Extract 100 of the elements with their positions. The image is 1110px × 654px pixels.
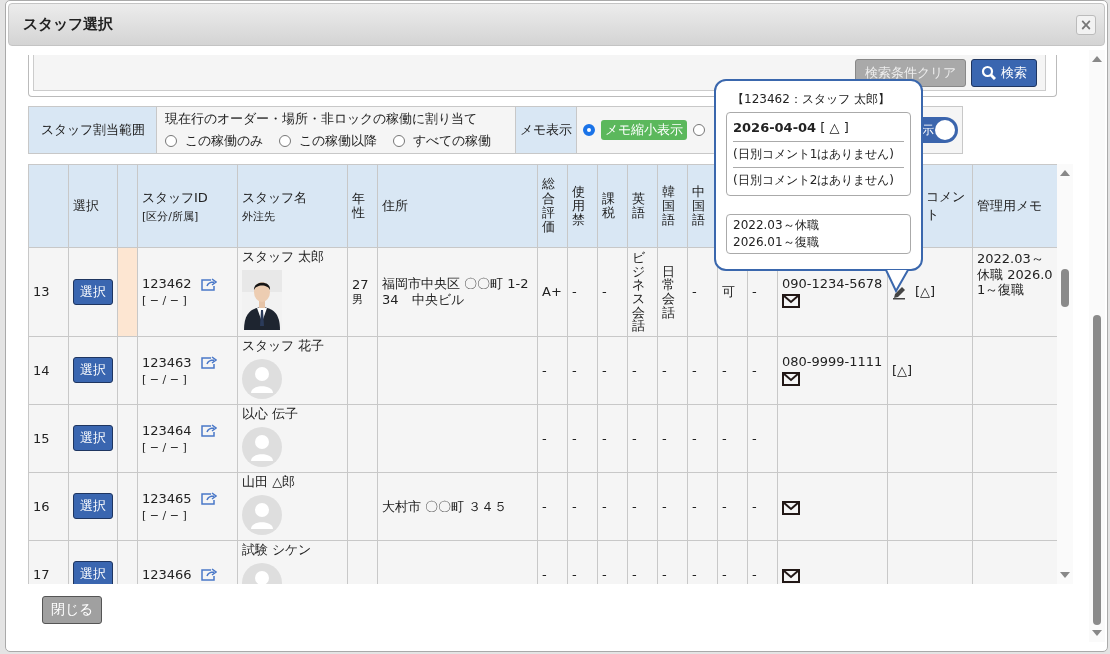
mail-icon[interactable] xyxy=(782,293,800,308)
setting-label: スタッフ割当範囲 xyxy=(29,107,157,153)
popup-title: 【123462：スタッフ 太郎】 xyxy=(732,91,891,108)
staff-name: 山田 △郎 xyxy=(242,473,297,491)
table-cell: - xyxy=(597,336,628,405)
staff-name: 試験 シケン xyxy=(242,541,313,559)
table-cell: - xyxy=(747,404,778,473)
table-cell: 2022.03～休職 2026.01～復職 xyxy=(972,247,1057,337)
daily-comment: (日別コメント2はありません) xyxy=(733,167,904,193)
column-header[interactable]: スタッフID xyxy=(142,189,208,205)
table-cell: 大村市 〇〇町 ３４５ xyxy=(377,472,538,541)
staff-id: 123463 xyxy=(142,354,192,370)
column-header[interactable]: 年性 xyxy=(347,164,378,248)
staff-age: 27 xyxy=(352,276,370,292)
external-link-icon[interactable] xyxy=(199,355,217,370)
table-cell: - xyxy=(717,404,748,473)
table-cell: - xyxy=(657,472,688,541)
setting-label: メモ表示 xyxy=(516,107,577,153)
staff-name: スタッフ 太郎 xyxy=(242,248,326,266)
column-header[interactable]: 韓国語 xyxy=(657,164,688,248)
select-button[interactable]: 選択 xyxy=(73,493,113,520)
scrollbar-thumb[interactable] xyxy=(1061,269,1069,307)
comment-text: [△] xyxy=(915,284,936,300)
scrollbar[interactable] xyxy=(1089,50,1105,642)
table-cell: 15 xyxy=(28,404,69,473)
staff-sex: 男 xyxy=(352,291,364,307)
external-link-icon[interactable] xyxy=(199,491,217,506)
mail-icon[interactable] xyxy=(782,568,800,583)
column-header[interactable]: 管理用メモ xyxy=(972,164,1057,248)
column-header[interactable]: 使用禁 xyxy=(567,164,598,248)
phone-number: 080-9999-1111 xyxy=(782,354,883,370)
mail-icon[interactable] xyxy=(782,500,800,515)
select-button[interactable]: 選択 xyxy=(73,425,113,452)
table-cell: - xyxy=(627,472,658,541)
table-cell: - xyxy=(657,336,688,405)
table-cell: 日常会話 xyxy=(657,247,688,337)
memo-line: 2022.03～休職 xyxy=(733,217,820,234)
table-cell: - xyxy=(747,336,778,405)
scroll-up-icon[interactable] xyxy=(1059,168,1071,177)
staff-name: 以心 伝子 xyxy=(242,405,300,423)
column-subheader: 外注先 xyxy=(242,208,276,224)
table-cell: 福岡市中央区 〇〇町 1-234 中央ビル xyxy=(377,247,538,337)
staff-group: [ − / − ] xyxy=(142,508,233,522)
column-header[interactable]: 英語 xyxy=(627,164,658,248)
external-link-icon[interactable] xyxy=(199,276,217,291)
table-cell: - xyxy=(597,472,628,541)
column-header[interactable]: 総合評価 xyxy=(537,164,568,248)
radio-button[interactable] xyxy=(165,135,177,147)
scrollbar[interactable] xyxy=(1057,164,1073,584)
radio-button[interactable] xyxy=(279,135,291,147)
radio-button[interactable] xyxy=(693,124,705,136)
staff-name: スタッフ 花子 xyxy=(242,337,326,355)
table-cell: - xyxy=(537,336,568,405)
external-link-icon[interactable] xyxy=(199,567,217,582)
radio-label[interactable]: この稼働のみ xyxy=(185,132,263,150)
scroll-down-icon[interactable] xyxy=(1091,629,1103,638)
mail-icon[interactable] xyxy=(782,372,800,387)
daily-comment: (日別コメント1はありません) xyxy=(733,146,895,163)
scrollbar-thumb[interactable] xyxy=(1093,315,1101,625)
select-button[interactable]: 選択 xyxy=(73,357,113,384)
radio-button[interactable] xyxy=(583,124,595,136)
table-cell: - xyxy=(717,472,748,541)
staff-group: [ − / − ] xyxy=(142,294,233,308)
comment-mark: [ △ ] xyxy=(820,120,849,135)
staff-id: 123465 xyxy=(142,490,192,506)
staff-id: 123466 xyxy=(142,566,192,582)
staff-id: 123462 xyxy=(142,276,192,292)
select-button[interactable]: 選択 xyxy=(73,278,113,305)
table-cell: - xyxy=(567,247,598,337)
table-cell: 14 xyxy=(28,336,69,405)
column-header[interactable]: スタッフ名 xyxy=(242,189,307,205)
table-cell: - xyxy=(657,404,688,473)
search-button[interactable]: 検索 xyxy=(971,58,1037,87)
table-cell: - xyxy=(687,247,718,337)
radio-label[interactable]: この稼働以降 xyxy=(299,132,377,150)
close-button[interactable]: × xyxy=(1076,14,1096,35)
external-link-icon[interactable] xyxy=(199,423,217,438)
table-cell: 16 xyxy=(28,472,69,541)
table-cell: A+ xyxy=(537,247,568,337)
table-cell: - xyxy=(687,404,718,473)
setting-description: 現在行のオーダー・場所・非ロックの稼働に割り当て xyxy=(165,110,478,128)
column-header[interactable]: 住所 xyxy=(377,164,538,248)
column-header[interactable]: 選択 xyxy=(68,164,118,248)
table-cell: - xyxy=(567,404,598,473)
table-cell: ビジネス会話 xyxy=(627,247,658,337)
table-cell: - xyxy=(717,336,748,405)
radio-label[interactable]: すべての稼働 xyxy=(413,132,491,150)
staff-id: 123464 xyxy=(142,422,192,438)
table-cell: 17 xyxy=(28,540,69,584)
column-header[interactable]: 課税 xyxy=(597,164,628,248)
select-button[interactable]: 選択 xyxy=(73,561,113,584)
table-cell: - xyxy=(567,472,598,541)
scroll-down-icon[interactable] xyxy=(1059,571,1071,580)
table-cell: - xyxy=(537,404,568,473)
radio-button[interactable] xyxy=(393,135,405,147)
phone-number: 090-1234-5678 xyxy=(782,275,883,291)
table-cell: - xyxy=(687,336,718,405)
staff-group: [ − / − ] xyxy=(142,372,233,386)
staff-group: [ − / − ] xyxy=(142,440,233,454)
scroll-up-icon[interactable] xyxy=(1091,54,1103,63)
